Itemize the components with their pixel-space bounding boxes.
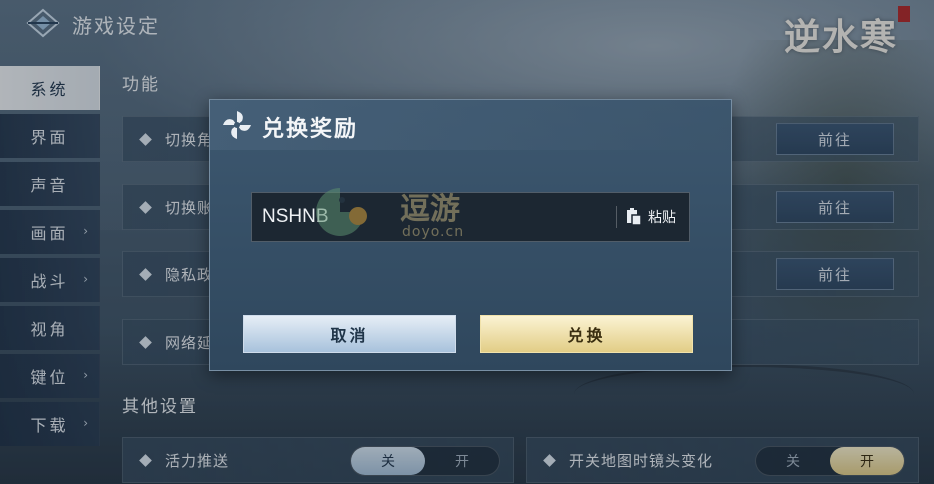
dialog-header: 兑换奖励 bbox=[210, 100, 731, 150]
redeem-button[interactable]: 兑换 bbox=[480, 315, 693, 353]
paste-label: 粘贴 bbox=[648, 210, 676, 226]
dialog-title: 兑换奖励 bbox=[262, 117, 359, 142]
pinwheel-icon bbox=[223, 111, 251, 139]
cancel-button[interactable]: 取消 bbox=[243, 315, 456, 353]
paste-icon bbox=[627, 208, 642, 226]
divider bbox=[616, 206, 617, 228]
watermark-text: 逗游 bbox=[400, 192, 460, 227]
watermark-sub: doyo.cn bbox=[402, 224, 465, 240]
paste-button[interactable]: 粘贴 bbox=[624, 203, 688, 231]
redeem-reward-dialog: 兑换奖励 NSHNB 粘贴 逗游 doyo.cn 取消 兑换 bbox=[209, 99, 732, 371]
